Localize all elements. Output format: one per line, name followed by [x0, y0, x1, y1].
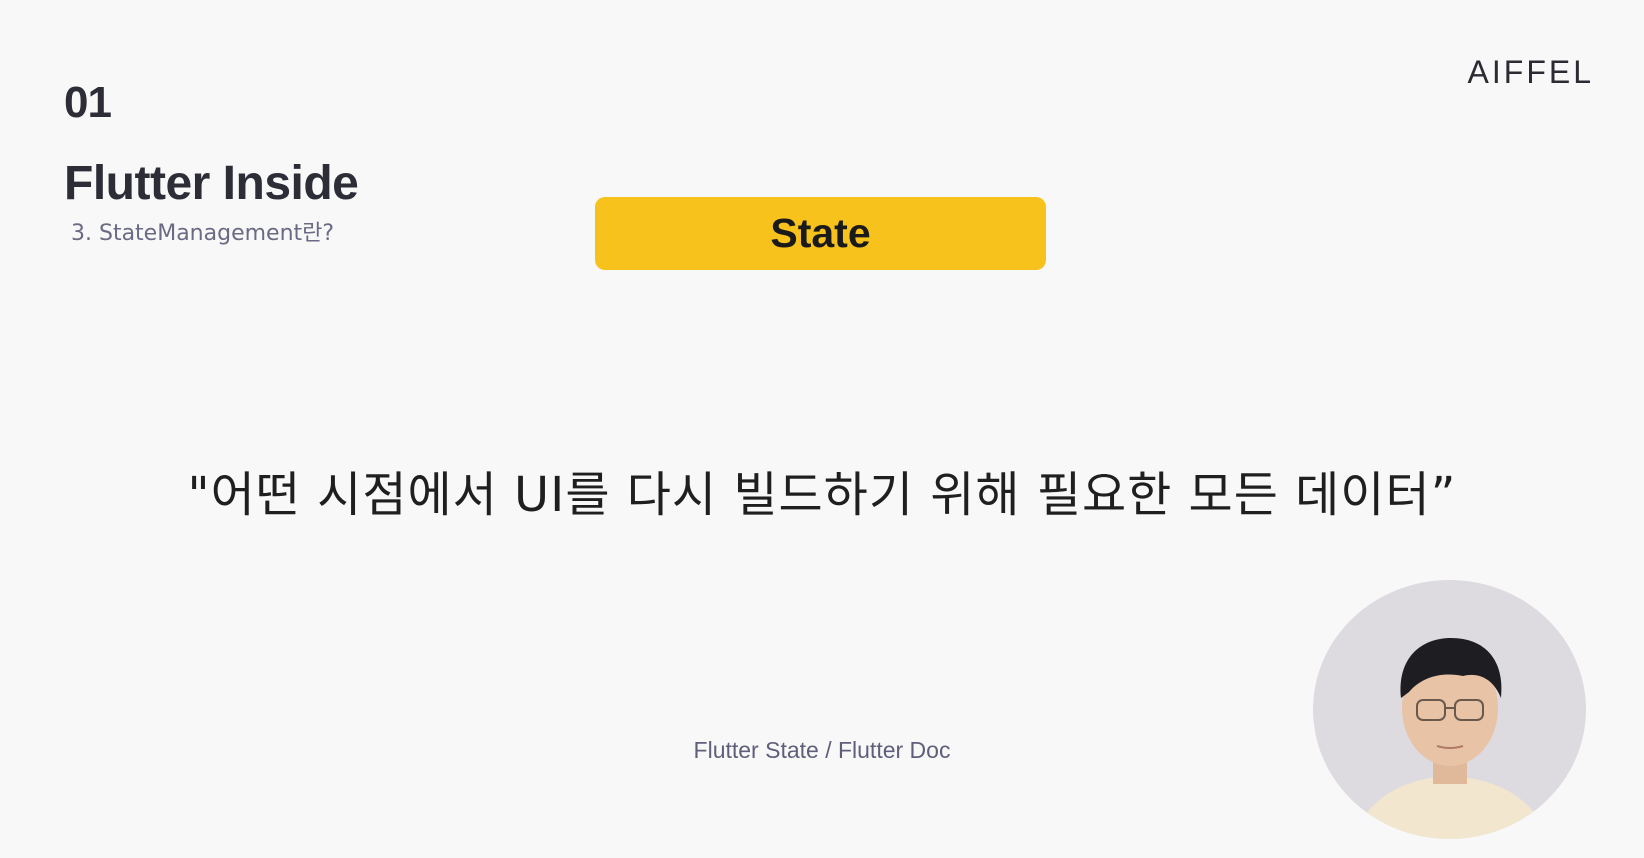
state-topic-badge: State	[595, 197, 1046, 270]
state-topic-label: State	[770, 210, 871, 256]
slide-title: Flutter Inside	[64, 157, 359, 210]
presenter-webcam	[1313, 580, 1586, 839]
aiffel-logo: AIFFEL	[1467, 54, 1594, 90]
slide-subtitle: 3. StateManagement란?	[71, 221, 335, 246]
definition-quote: "어떤 시점에서 UI를 다시 빌드하기 위해 필요한 모든 데이터”	[187, 467, 1457, 523]
slide-number: 01	[64, 78, 112, 127]
presenter-avatar-icon	[1353, 638, 1549, 839]
